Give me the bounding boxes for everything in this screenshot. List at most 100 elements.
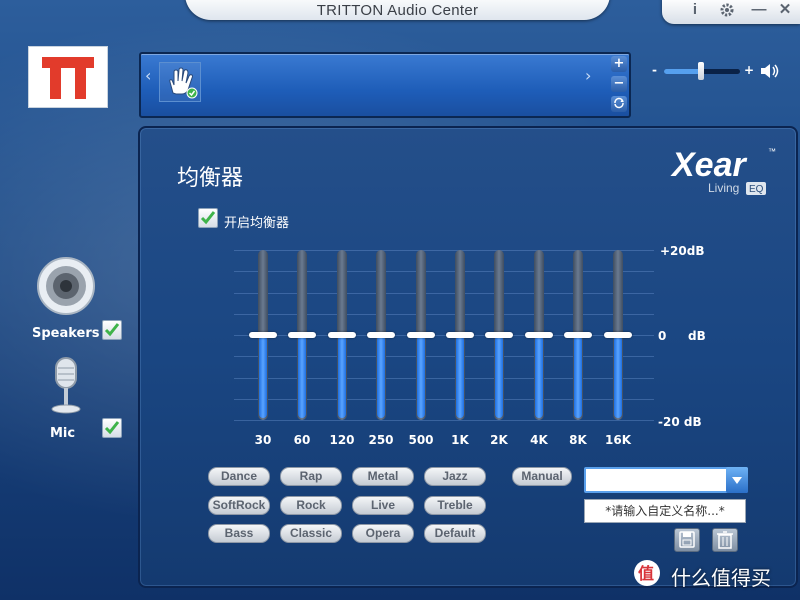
equalizer-panel: 均衡器 Xear ™ Living EQ 开启均衡器 +20dB 0 dB -2… xyxy=(138,126,798,588)
xear-brand-name: Xear xyxy=(670,146,747,184)
preset-bass-button[interactable]: Bass xyxy=(208,524,270,543)
close-button[interactable]: ✕ xyxy=(772,0,798,22)
info-button[interactable]: i xyxy=(682,0,708,22)
eq-band-1K-slider[interactable] xyxy=(446,250,474,420)
band-frequency-label: 4K xyxy=(530,433,548,447)
speakers-checkbox[interactable] xyxy=(102,320,122,340)
slider-handle[interactable] xyxy=(407,332,435,338)
tritton-logo xyxy=(28,46,108,108)
slider-handle[interactable] xyxy=(288,332,316,338)
delete-preset-button[interactable] xyxy=(712,528,738,552)
manual-button[interactable]: Manual xyxy=(512,467,572,486)
slider-handle[interactable] xyxy=(564,332,592,338)
band-frequency-label: 250 xyxy=(368,433,394,447)
add-profile-button[interactable]: + xyxy=(611,56,627,72)
remove-profile-button[interactable]: − xyxy=(611,76,627,92)
xear-living-label: Living xyxy=(708,181,739,195)
db-top-label: +20dB xyxy=(660,244,705,258)
settings-button[interactable] xyxy=(714,0,740,22)
speakers-label: Speakers xyxy=(32,326,100,341)
band-frequency-label: 16K xyxy=(605,433,631,447)
slider-handle[interactable] xyxy=(485,332,513,338)
db-mid-unit: dB xyxy=(688,329,706,343)
refresh-button[interactable] xyxy=(611,96,627,112)
microphone-icon xyxy=(51,357,81,414)
eq-band-16K-slider[interactable] xyxy=(604,250,632,420)
slider-handle[interactable] xyxy=(367,332,395,338)
custom-preset-dropdown[interactable] xyxy=(584,467,748,493)
band-frequency-label: 2K xyxy=(490,433,508,447)
check-icon xyxy=(200,211,216,225)
preset-default-button[interactable]: Default xyxy=(424,524,486,543)
slider-handle[interactable] xyxy=(446,332,474,338)
enable-equalizer-label: 开启均衡器 xyxy=(224,216,290,231)
slider-fill xyxy=(574,335,582,418)
speaker-icon xyxy=(37,257,95,315)
volume-slider-handle[interactable] xyxy=(698,62,704,80)
custom-name-field[interactable]: *请输入自定义名称...* xyxy=(584,499,746,523)
xear-logo-icon: Xear ™ Living EQ xyxy=(670,146,776,195)
eq-band-30-slider[interactable] xyxy=(249,250,277,420)
refresh-icon xyxy=(614,97,624,109)
profile-tile[interactable] xyxy=(159,62,201,102)
dropdown-toggle[interactable] xyxy=(726,467,748,493)
slider-handle[interactable] xyxy=(604,332,632,338)
save-icon xyxy=(679,531,695,548)
preset-softrock-button[interactable]: SoftRock xyxy=(208,496,270,515)
eq-band-4K-slider[interactable] xyxy=(525,250,553,420)
mic-label: Mic xyxy=(50,426,76,441)
check-icon xyxy=(104,323,120,337)
eq-band-2K-slider[interactable] xyxy=(485,250,513,420)
preset-rock-button[interactable]: Rock xyxy=(280,496,342,515)
preset-live-button[interactable]: Live xyxy=(352,496,414,515)
gear-icon xyxy=(720,3,734,17)
window-title: TRITTON Audio Center xyxy=(316,2,479,19)
preset-dance-button[interactable]: Dance xyxy=(208,467,270,486)
speaker-volume-icon[interactable] xyxy=(760,63,780,79)
eq-band-8K-slider[interactable] xyxy=(564,250,592,420)
xear-living-eq-logo: Xear ™ Living EQ xyxy=(670,140,780,200)
eq-band-120-slider[interactable] xyxy=(328,250,356,420)
preset-classic-button[interactable]: Classic xyxy=(280,524,342,543)
chevron-down-icon xyxy=(732,477,742,484)
slider-fill xyxy=(614,335,622,418)
slider-fill xyxy=(259,335,267,418)
trash-icon xyxy=(717,531,733,549)
volume-fill xyxy=(664,69,702,74)
slider-fill xyxy=(417,335,425,418)
volume-up-label: + xyxy=(744,63,755,77)
slider-handle[interactable] xyxy=(525,332,553,338)
watermark-text: 什么值得买 xyxy=(671,566,771,590)
eq-band-500-slider[interactable] xyxy=(407,250,435,420)
preset-rap-button[interactable]: Rap xyxy=(280,467,342,486)
slider-handle[interactable] xyxy=(328,332,356,338)
db-mid-value: 0 xyxy=(658,329,667,343)
title-bar: TRITTON Audio Center xyxy=(185,0,610,20)
chevron-left-icon[interactable]: ‹ xyxy=(145,66,151,85)
tritton-audio-center-window: TRITTON Audio Center i — ✕ ‹ › + − - + S… xyxy=(0,0,800,600)
equalizer-title: 均衡器 xyxy=(177,166,244,191)
band-frequency-label: 8K xyxy=(569,433,587,447)
band-frequency-label: 60 xyxy=(293,433,311,447)
band-frequency-label: 1K xyxy=(451,433,469,447)
preset-treble-button[interactable]: Treble xyxy=(424,496,486,515)
preset-metal-button[interactable]: Metal xyxy=(352,467,414,486)
enable-equalizer-checkbox[interactable] xyxy=(198,208,218,228)
eq-band-250-slider[interactable] xyxy=(367,250,395,420)
minimize-button[interactable]: — xyxy=(746,0,772,22)
preset-jazz-button[interactable]: Jazz xyxy=(424,467,486,486)
preset-opera-button[interactable]: Opera xyxy=(352,524,414,543)
tritton-logo-icon xyxy=(42,57,94,99)
eq-band-60-slider[interactable] xyxy=(288,250,316,420)
master-volume: - + xyxy=(652,62,782,82)
slider-handle[interactable] xyxy=(249,332,277,338)
band-frequency-label: 120 xyxy=(329,433,355,447)
grid-line xyxy=(234,420,654,421)
slider-fill xyxy=(338,335,346,418)
chevron-right-icon[interactable]: › xyxy=(585,66,591,85)
check-icon xyxy=(104,421,120,435)
band-frequency-label: 500 xyxy=(408,433,434,447)
mic-checkbox[interactable] xyxy=(102,418,122,438)
slider-fill xyxy=(495,335,503,418)
save-preset-button[interactable] xyxy=(674,528,700,552)
